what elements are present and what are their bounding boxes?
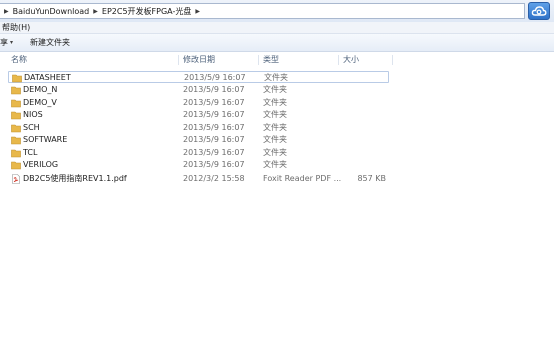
file-type: 文件夹 — [263, 85, 287, 94]
file-name: VERILOG — [23, 160, 59, 169]
breadcrumb-separator-icon[interactable]: ▶ — [4, 8, 9, 15]
folder-icon — [11, 86, 21, 95]
column-header-name[interactable]: 名称 — [8, 53, 178, 67]
file-date: 2012/3/2 15:58 — [183, 174, 245, 183]
file-type: 文件夹 — [264, 73, 288, 82]
folder-icon — [11, 99, 21, 107]
column-divider[interactable] — [258, 55, 259, 65]
file-row-tcl[interactable]: TCL 2013/5/9 16:07 文件夹 — [8, 147, 389, 159]
file-name: TCL — [23, 147, 38, 157]
file-date: 2013/5/9 16:07 — [183, 135, 245, 144]
pdf-icon — [12, 174, 20, 184]
file-date: 2013/5/9 16:07 — [184, 73, 246, 82]
file-date: 2013/5/9 16:07 — [183, 147, 245, 157]
folder-icon — [11, 124, 21, 132]
baidu-cloud-button[interactable] — [528, 2, 550, 20]
file-name: SOFTWARE — [23, 135, 68, 144]
file-date: 2013/5/9 16:07 — [183, 97, 245, 107]
new-folder-button[interactable]: 新建文件夹 — [30, 34, 70, 51]
file-row-pdf[interactable]: DB2C5使用指南REV1.1.pdf 2012/3/2 15:58 Foxit… — [8, 173, 389, 185]
breadcrumb-item-baiduyundownload[interactable]: BaiduYunDownload — [13, 7, 90, 16]
file-date: 2013/5/9 16:07 — [183, 85, 245, 94]
file-row-demo-n[interactable]: DEMO_N 2013/5/9 16:07 文件夹 — [8, 84, 389, 96]
file-name: DEMO_V — [23, 97, 57, 107]
file-date: 2013/5/9 16:07 — [183, 110, 245, 119]
file-type: Foxit Reader PDF ... — [263, 174, 342, 183]
column-header-type[interactable]: 类型 — [260, 53, 338, 67]
share-button[interactable]: 享 — [0, 34, 8, 51]
folder-icon — [11, 161, 21, 170]
menu-bar: 帮助(H) — [0, 22, 554, 34]
address-bar: ▶ BaiduYunDownload ▶ EP2C5开发板FPGA-光盘 ▶ — [0, 0, 554, 23]
file-row-sch[interactable]: SCH 2013/5/9 16:07 文件夹 — [8, 122, 389, 134]
breadcrumb-separator-icon[interactable]: ▶ — [93, 8, 98, 15]
file-size: 857 KB — [357, 174, 386, 183]
breadcrumb-item-current-folder[interactable]: EP2C5开发板FPGA-光盘 — [102, 6, 191, 17]
folder-icon — [11, 136, 21, 145]
file-date: 2013/5/9 16:07 — [183, 160, 245, 169]
file-row-nios[interactable]: NIOS 2013/5/9 16:07 文件夹 — [8, 109, 389, 121]
folder-icon — [11, 149, 21, 157]
file-row-datasheet[interactable]: DATASHEET 2013/5/9 16:07 文件夹 — [8, 71, 389, 83]
file-name: DEMO_N — [23, 85, 58, 94]
file-type: 文件夹 — [263, 135, 287, 144]
column-header-date[interactable]: 修改日期 — [180, 53, 258, 67]
file-type: 文件夹 — [263, 122, 287, 132]
file-type: 文件夹 — [263, 97, 287, 107]
file-name: DATASHEET — [24, 73, 71, 82]
share-dropdown-icon[interactable]: ▾ — [10, 34, 13, 51]
file-type: 文件夹 — [263, 110, 287, 119]
file-row-software[interactable]: SOFTWARE 2013/5/9 16:07 文件夹 — [8, 134, 389, 146]
column-header-size[interactable]: 大小 — [340, 53, 392, 67]
folder-icon — [11, 111, 21, 120]
file-type: 文件夹 — [263, 160, 287, 169]
file-row-verilog[interactable]: VERILOG 2013/5/9 16:07 文件夹 — [8, 159, 389, 171]
file-date: 2013/5/9 16:07 — [183, 122, 245, 132]
file-type: 文件夹 — [263, 147, 287, 157]
column-divider[interactable] — [338, 55, 339, 65]
column-divider[interactable] — [392, 55, 393, 65]
menu-help[interactable]: 帮助(H) — [2, 22, 30, 33]
file-name: NIOS — [23, 110, 43, 119]
cloud-icon — [531, 6, 547, 16]
column-divider[interactable] — [178, 55, 179, 65]
file-name: DB2C5使用指南REV1.1.pdf — [23, 174, 127, 183]
toolbar: 享 ▾ 新建文件夹 — [0, 34, 554, 52]
file-row-demo-v[interactable]: DEMO_V 2013/5/9 16:07 文件夹 — [8, 97, 389, 109]
folder-icon — [12, 74, 22, 83]
column-headers: 名称 修改日期 类型 大小 — [0, 53, 554, 67]
breadcrumb-separator-icon[interactable]: ▶ — [195, 8, 200, 15]
file-name: SCH — [23, 122, 40, 132]
breadcrumb[interactable]: ▶ BaiduYunDownload ▶ EP2C5开发板FPGA-光盘 ▶ — [0, 3, 525, 19]
